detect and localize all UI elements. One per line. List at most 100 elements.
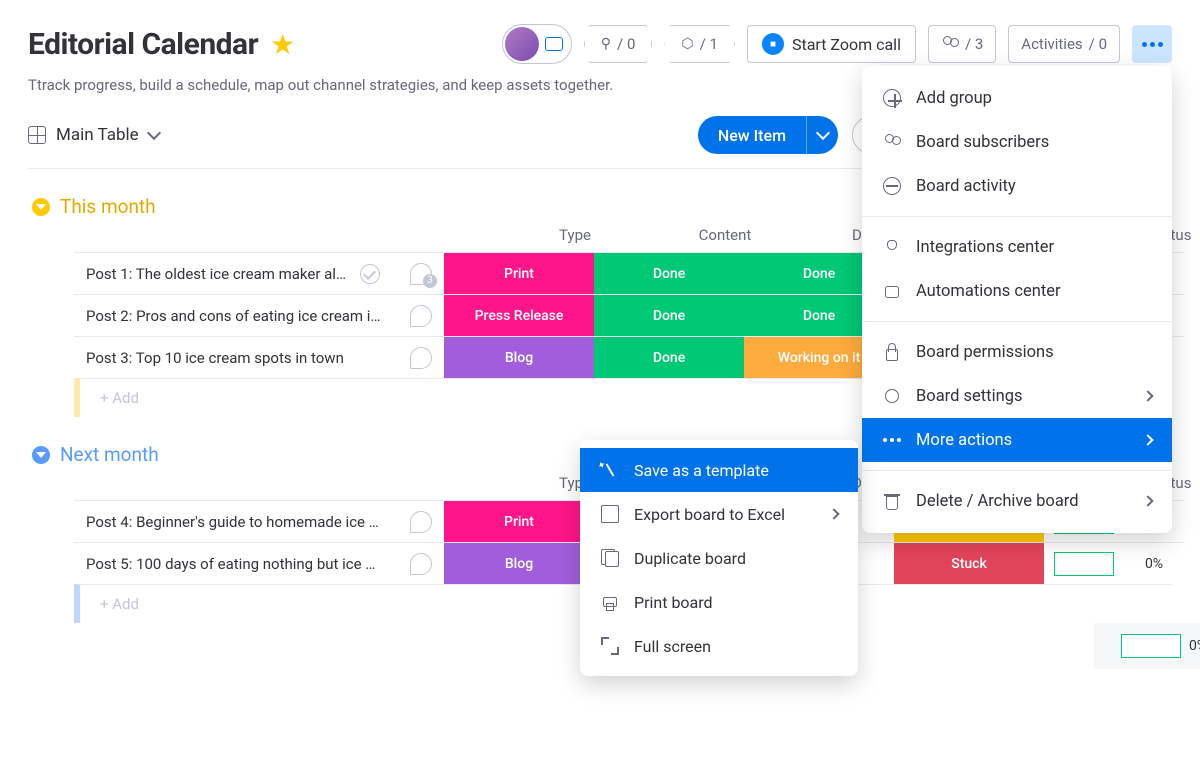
automations-count: / 1: [700, 35, 718, 53]
xl-icon: [600, 504, 620, 524]
wand-icon: [600, 460, 620, 480]
more-actions-submenu: Save as a template Export board to Excel…: [580, 440, 858, 676]
menu-item-label: Duplicate board: [634, 549, 746, 568]
robot-icon: [882, 281, 902, 301]
menu-item-label: Board activity: [916, 177, 1016, 196]
automations-pill[interactable]: ⬡ / 1: [664, 25, 735, 63]
board-options-menu: Add group Board subscribers Board activi…: [862, 66, 1172, 533]
content-cell[interactable]: Done: [594, 295, 744, 336]
menu-item-label: Full screen: [634, 637, 711, 656]
check-icon: [360, 264, 380, 284]
star-icon[interactable]: ★: [270, 28, 295, 61]
board-header: Editorial Calendar ★ ⚲ / 0 ⬡ / 1 ■ Start…: [28, 24, 1172, 64]
item-title: Post 1: The oldest ice cream maker al…: [86, 265, 346, 283]
new-item-button[interactable]: New Item: [698, 116, 806, 154]
integrations-icon: ⚲: [601, 36, 611, 52]
menu-item-label: Save as a template: [634, 461, 769, 480]
gear-icon: [882, 386, 902, 406]
menu-item-more-actions[interactable]: More actions: [862, 418, 1172, 462]
trash-icon: [882, 491, 902, 511]
menu-item-label: Print board: [634, 593, 713, 612]
submenu-item-duplicate-board[interactable]: Duplicate board: [580, 536, 858, 580]
submenu-item-save-as-a-template[interactable]: Save as a template: [580, 448, 858, 492]
item-title-cell[interactable]: Post 4: Beginner's guide to homemade ice…: [74, 501, 444, 542]
content-cell[interactable]: Done: [594, 337, 744, 378]
menu-item-add-group[interactable]: Add group: [862, 76, 1172, 120]
column-header[interactable]: Type: [500, 226, 650, 244]
menu-item-label: Export board to Excel: [634, 505, 785, 524]
copy-icon: [600, 548, 620, 568]
table-icon: [28, 126, 46, 144]
more-options-button[interactable]: [1132, 25, 1172, 63]
conversation-icon[interactable]: [410, 511, 432, 533]
more-icon: [1142, 42, 1163, 47]
menu-item-label: Integrations center: [916, 238, 1054, 257]
board-title: Editorial Calendar: [28, 27, 258, 62]
item-title-cell[interactable]: Post 5: 100 days of eating nothing but i…: [74, 543, 444, 584]
chevron-right-icon: [1142, 495, 1153, 506]
type-cell[interactable]: Blog: [444, 543, 594, 584]
menu-item-board-settings[interactable]: Board settings: [862, 374, 1172, 418]
item-title-cell[interactable]: Post 3: Top 10 ice cream spots in town: [74, 337, 444, 378]
item-title-cell[interactable]: Post 2: Pros and cons of eating ice crea…: [74, 295, 444, 336]
view-selector[interactable]: Main Table: [28, 125, 159, 145]
menu-item-label: More actions: [916, 431, 1012, 450]
menu-item-board-subscribers[interactable]: Board subscribers: [862, 120, 1172, 164]
chevron-right-icon: [1142, 434, 1153, 445]
submenu-item-full-screen[interactable]: Full screen: [580, 624, 858, 668]
item-title: Post 2: Pros and cons of eating ice crea…: [86, 307, 381, 325]
activities-pill[interactable]: Activities / 0: [1008, 25, 1120, 63]
menu-item-label: Board settings: [916, 387, 1022, 406]
submenu-item-export-board-to-excel[interactable]: Export board to Excel: [580, 492, 858, 536]
type-cell[interactable]: Press Release: [444, 295, 594, 336]
type-cell[interactable]: Blog: [444, 337, 594, 378]
members-icon: [941, 35, 959, 53]
menu-item-board-activity[interactable]: Board activity: [862, 164, 1172, 208]
item-title: Post 4: Beginner's guide to homemade ice…: [86, 513, 379, 531]
type-cell[interactable]: Print: [444, 501, 594, 542]
avatar: [505, 27, 539, 61]
menu-item-label: Board subscribers: [916, 133, 1049, 152]
menu-item-label: Automations center: [916, 282, 1061, 301]
integrations-count: / 0: [617, 35, 635, 53]
progress-bar: [1054, 552, 1114, 576]
full-icon: [600, 636, 620, 656]
progress-cell[interactable]: [1044, 543, 1124, 584]
group-collapse-icon: [32, 198, 50, 216]
members-pill[interactable]: / 3: [928, 25, 996, 63]
new-item-dropdown[interactable]: [806, 116, 838, 154]
content-cell[interactable]: Done: [594, 253, 744, 294]
menu-item-board-permissions[interactable]: Board permissions: [862, 330, 1172, 374]
chevron-right-icon: [1142, 390, 1153, 401]
conversation-icon[interactable]: [410, 347, 432, 369]
present-icon: [545, 37, 563, 51]
dots-icon: [882, 430, 902, 450]
submenu-item-print-board[interactable]: Print board: [580, 580, 858, 624]
item-title-cell[interactable]: Post 1: The oldest ice cream maker al…: [74, 253, 444, 294]
menu-item-integrations-center[interactable]: Integrations center: [862, 225, 1172, 269]
conversation-icon[interactable]: [410, 305, 432, 327]
chevron-down-icon: [815, 126, 829, 140]
people-icon: [882, 132, 902, 152]
column-header[interactable]: Content: [650, 226, 800, 244]
status-cell[interactable]: Stuck: [894, 543, 1044, 584]
type-cell[interactable]: Print: [444, 253, 594, 294]
pulse-icon: [882, 176, 902, 196]
automations-icon: ⬡: [681, 36, 693, 52]
item-title: Post 3: Top 10 ice cream spots in town: [86, 349, 344, 367]
lock-icon: [882, 342, 902, 362]
owner-avatar-group[interactable]: [502, 24, 572, 64]
menu-item-label: Board permissions: [916, 343, 1054, 362]
conversation-icon[interactable]: [410, 553, 432, 575]
menu-item-label: Delete / Archive board: [916, 492, 1079, 511]
menu-item-automations-center[interactable]: Automations center: [862, 269, 1172, 313]
chevron-down-icon: [147, 126, 161, 140]
group-title: Next month: [60, 443, 159, 466]
print-icon: [600, 592, 620, 612]
conversation-icon[interactable]: [410, 263, 432, 285]
integrations-pill[interactable]: ⚲ / 0: [584, 25, 653, 63]
menu-item-label: Add group: [916, 89, 992, 108]
zoom-button[interactable]: ■ Start Zoom call: [747, 25, 916, 63]
menu-item-delete-archive-board[interactable]: Delete / Archive board: [862, 479, 1172, 523]
progress-percent: 0%: [1145, 556, 1163, 572]
